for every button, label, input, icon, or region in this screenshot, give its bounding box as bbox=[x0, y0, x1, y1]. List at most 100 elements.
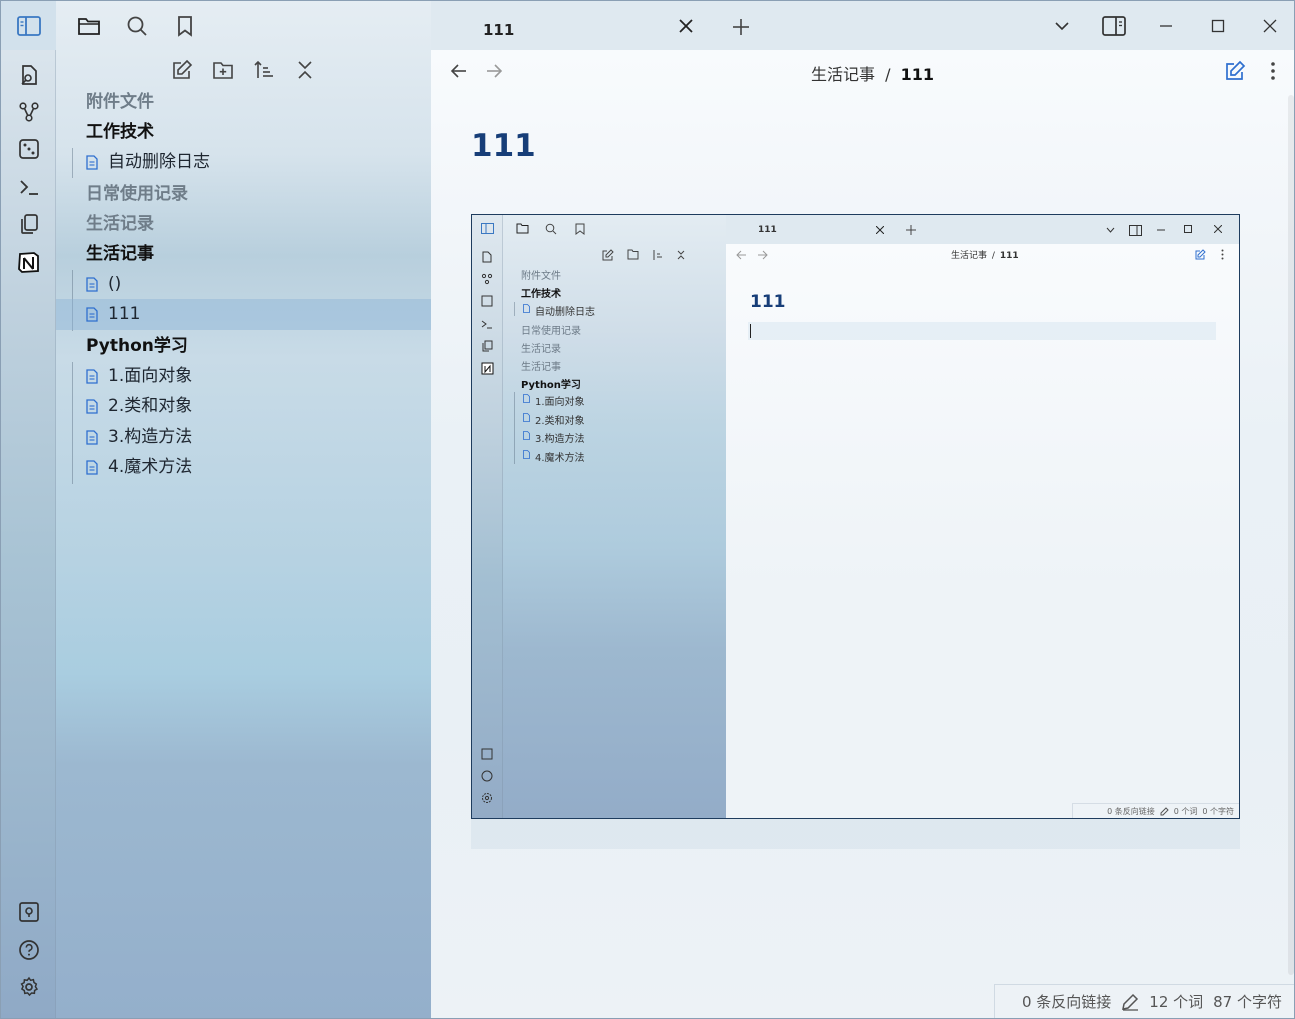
quick-switcher-button[interactable] bbox=[14, 60, 44, 90]
file-icon bbox=[86, 429, 98, 445]
search-tab[interactable] bbox=[122, 11, 152, 41]
vault-switcher-icon bbox=[481, 748, 493, 760]
file-label: 2.类和对象 bbox=[108, 396, 193, 416]
mini-note-title: 111 bbox=[750, 292, 786, 312]
mini-editor: 生活记事 / 111 111 0 条反向链接 0 个词 0 个字符 bbox=[726, 244, 1239, 818]
file-label: 111 bbox=[108, 304, 141, 324]
file-item[interactable]: 2.类和对象 bbox=[56, 391, 431, 422]
collapse-all-icon bbox=[677, 250, 685, 260]
templates-button[interactable] bbox=[14, 209, 44, 239]
folder-item[interactable]: 生活记录 bbox=[56, 209, 431, 239]
folder-item[interactable]: Python学习 bbox=[56, 331, 431, 361]
sidebar-header bbox=[56, 1, 431, 50]
mini-sidebar: 附件文件 工作技术 自动删除日志 日常使用记录 生活记录 生活记事 Python… bbox=[503, 215, 726, 818]
title-bar: 111 bbox=[431, 1, 1294, 50]
editor-scrollbar[interactable] bbox=[1288, 95, 1294, 975]
vault-switcher-button[interactable] bbox=[14, 897, 44, 927]
mini-title-bar: 111 bbox=[726, 215, 1239, 244]
file-item[interactable]: 1.面向对象 bbox=[56, 361, 431, 392]
arrow-right-icon[interactable] bbox=[484, 61, 504, 81]
file-item[interactable]: 4.魔术方法 bbox=[56, 452, 431, 483]
file-explorer-sidebar: 附件文件 工作技术 自动删除日志 日常使用记录 生活记录 生活记事 () 111… bbox=[56, 1, 431, 1018]
breadcrumb: 生活记事 / 111 bbox=[811, 61, 934, 85]
file-label: 3.构造方法 bbox=[108, 426, 193, 447]
mini-folder-item: 日常使用记录 bbox=[521, 326, 581, 337]
word-count: 12 个词 bbox=[1149, 993, 1204, 1011]
minimize-button[interactable] bbox=[1140, 1, 1192, 50]
random-note-icon bbox=[481, 295, 493, 307]
sidebar-toggle-button[interactable] bbox=[1, 1, 56, 50]
file-icon bbox=[86, 399, 98, 414]
maximize-button[interactable] bbox=[1192, 1, 1244, 50]
graph-view-button[interactable] bbox=[14, 97, 44, 127]
edit-mode-icon[interactable] bbox=[1224, 60, 1246, 82]
command-palette-icon bbox=[481, 320, 492, 329]
arrow-left-icon[interactable] bbox=[449, 61, 469, 81]
file-explorer-tab[interactable] bbox=[74, 11, 104, 41]
breadcrumb-parent[interactable]: 生活记事 bbox=[811, 65, 875, 84]
backlinks-count[interactable]: 0 条反向链接 bbox=[1022, 991, 1111, 1012]
mini-file-item: 1.面向对象 bbox=[535, 397, 585, 408]
command-palette-button[interactable] bbox=[14, 172, 44, 202]
mini-status-bar: 0 条反向链接 0 个词 0 个字符 bbox=[1072, 803, 1239, 818]
minimize-icon bbox=[1160, 24, 1172, 27]
templates-icon bbox=[482, 340, 493, 352]
mini-folder-item: 生活记事 bbox=[521, 362, 561, 373]
folder-item[interactable]: 工作技术 bbox=[56, 117, 431, 147]
settings-icon bbox=[20, 976, 39, 997]
search-icon bbox=[127, 16, 147, 36]
toggle-right-sidebar-button[interactable] bbox=[1088, 1, 1140, 50]
collapse-all-icon bbox=[298, 61, 312, 79]
new-note-button[interactable] bbox=[169, 55, 195, 85]
file-icon bbox=[523, 304, 530, 313]
mini-breadcrumb-separator: / bbox=[991, 251, 995, 261]
mini-file-item: 4.魔术方法 bbox=[535, 453, 585, 464]
settings-button[interactable] bbox=[14, 972, 44, 1002]
pencil-icon bbox=[1160, 807, 1169, 816]
folder-item[interactable]: 生活记事 bbox=[56, 239, 431, 269]
bookmark-icon bbox=[178, 15, 192, 37]
embedded-screenshot-image[interactable]: 附件文件 工作技术 自动删除日志 日常使用记录 生活记录 生活记事 Python… bbox=[471, 214, 1240, 819]
more-options-icon[interactable] bbox=[1270, 60, 1276, 82]
templates-icon bbox=[21, 214, 38, 234]
plus-icon[interactable] bbox=[731, 17, 751, 37]
vault-switcher-icon bbox=[19, 902, 39, 922]
file-item[interactable]: 3.构造方法 bbox=[56, 422, 431, 453]
file-item-active[interactable]: 111 bbox=[56, 299, 431, 330]
help-button[interactable] bbox=[14, 935, 44, 965]
collapse-all-button[interactable] bbox=[292, 55, 318, 85]
folder-icon bbox=[516, 223, 529, 234]
file-tree: 附件文件 工作技术 自动删除日志 日常使用记录 生活记录 生活记事 () 111… bbox=[56, 87, 431, 484]
file-label: 4.魔术方法 bbox=[108, 457, 193, 477]
new-note-icon bbox=[173, 59, 193, 79]
notion-icon bbox=[481, 362, 494, 375]
mini-word-count: 0 个词 bbox=[1173, 807, 1198, 816]
file-item[interactable]: 自动删除日志 bbox=[56, 147, 431, 178]
mini-ribbon bbox=[472, 215, 503, 818]
file-item[interactable]: () bbox=[56, 269, 431, 300]
note-title[interactable]: 111 bbox=[471, 128, 536, 164]
plus-icon bbox=[906, 225, 916, 235]
new-folder-icon bbox=[213, 62, 233, 79]
breadcrumb-current[interactable]: 111 bbox=[901, 65, 934, 84]
mini-text-cursor bbox=[750, 324, 751, 338]
image-caption-area bbox=[471, 819, 1240, 849]
folder-item[interactable]: 日常使用记录 bbox=[56, 179, 431, 209]
tab-list-button[interactable] bbox=[1036, 1, 1088, 50]
random-note-button[interactable] bbox=[14, 134, 44, 164]
mini-breadcrumb-parent: 生活记事 bbox=[951, 251, 988, 261]
new-folder-icon bbox=[627, 249, 639, 260]
bookmarks-tab[interactable] bbox=[170, 11, 200, 41]
mini-tab-title: 111 bbox=[758, 225, 777, 235]
mini-folder-item: 附件文件 bbox=[521, 271, 561, 282]
close-window-button[interactable] bbox=[1244, 1, 1294, 50]
pencil-icon[interactable] bbox=[1121, 993, 1139, 1011]
new-folder-button[interactable] bbox=[210, 55, 236, 85]
tab-active[interactable]: 111 bbox=[431, 1, 711, 50]
folder-item[interactable]: 附件文件 bbox=[56, 87, 431, 117]
sort-button[interactable] bbox=[251, 55, 277, 85]
close-icon[interactable] bbox=[679, 19, 693, 33]
notion-button[interactable] bbox=[14, 247, 44, 277]
file-icon bbox=[523, 450, 530, 459]
mini-char-count: 0 个字符 bbox=[1202, 807, 1234, 816]
